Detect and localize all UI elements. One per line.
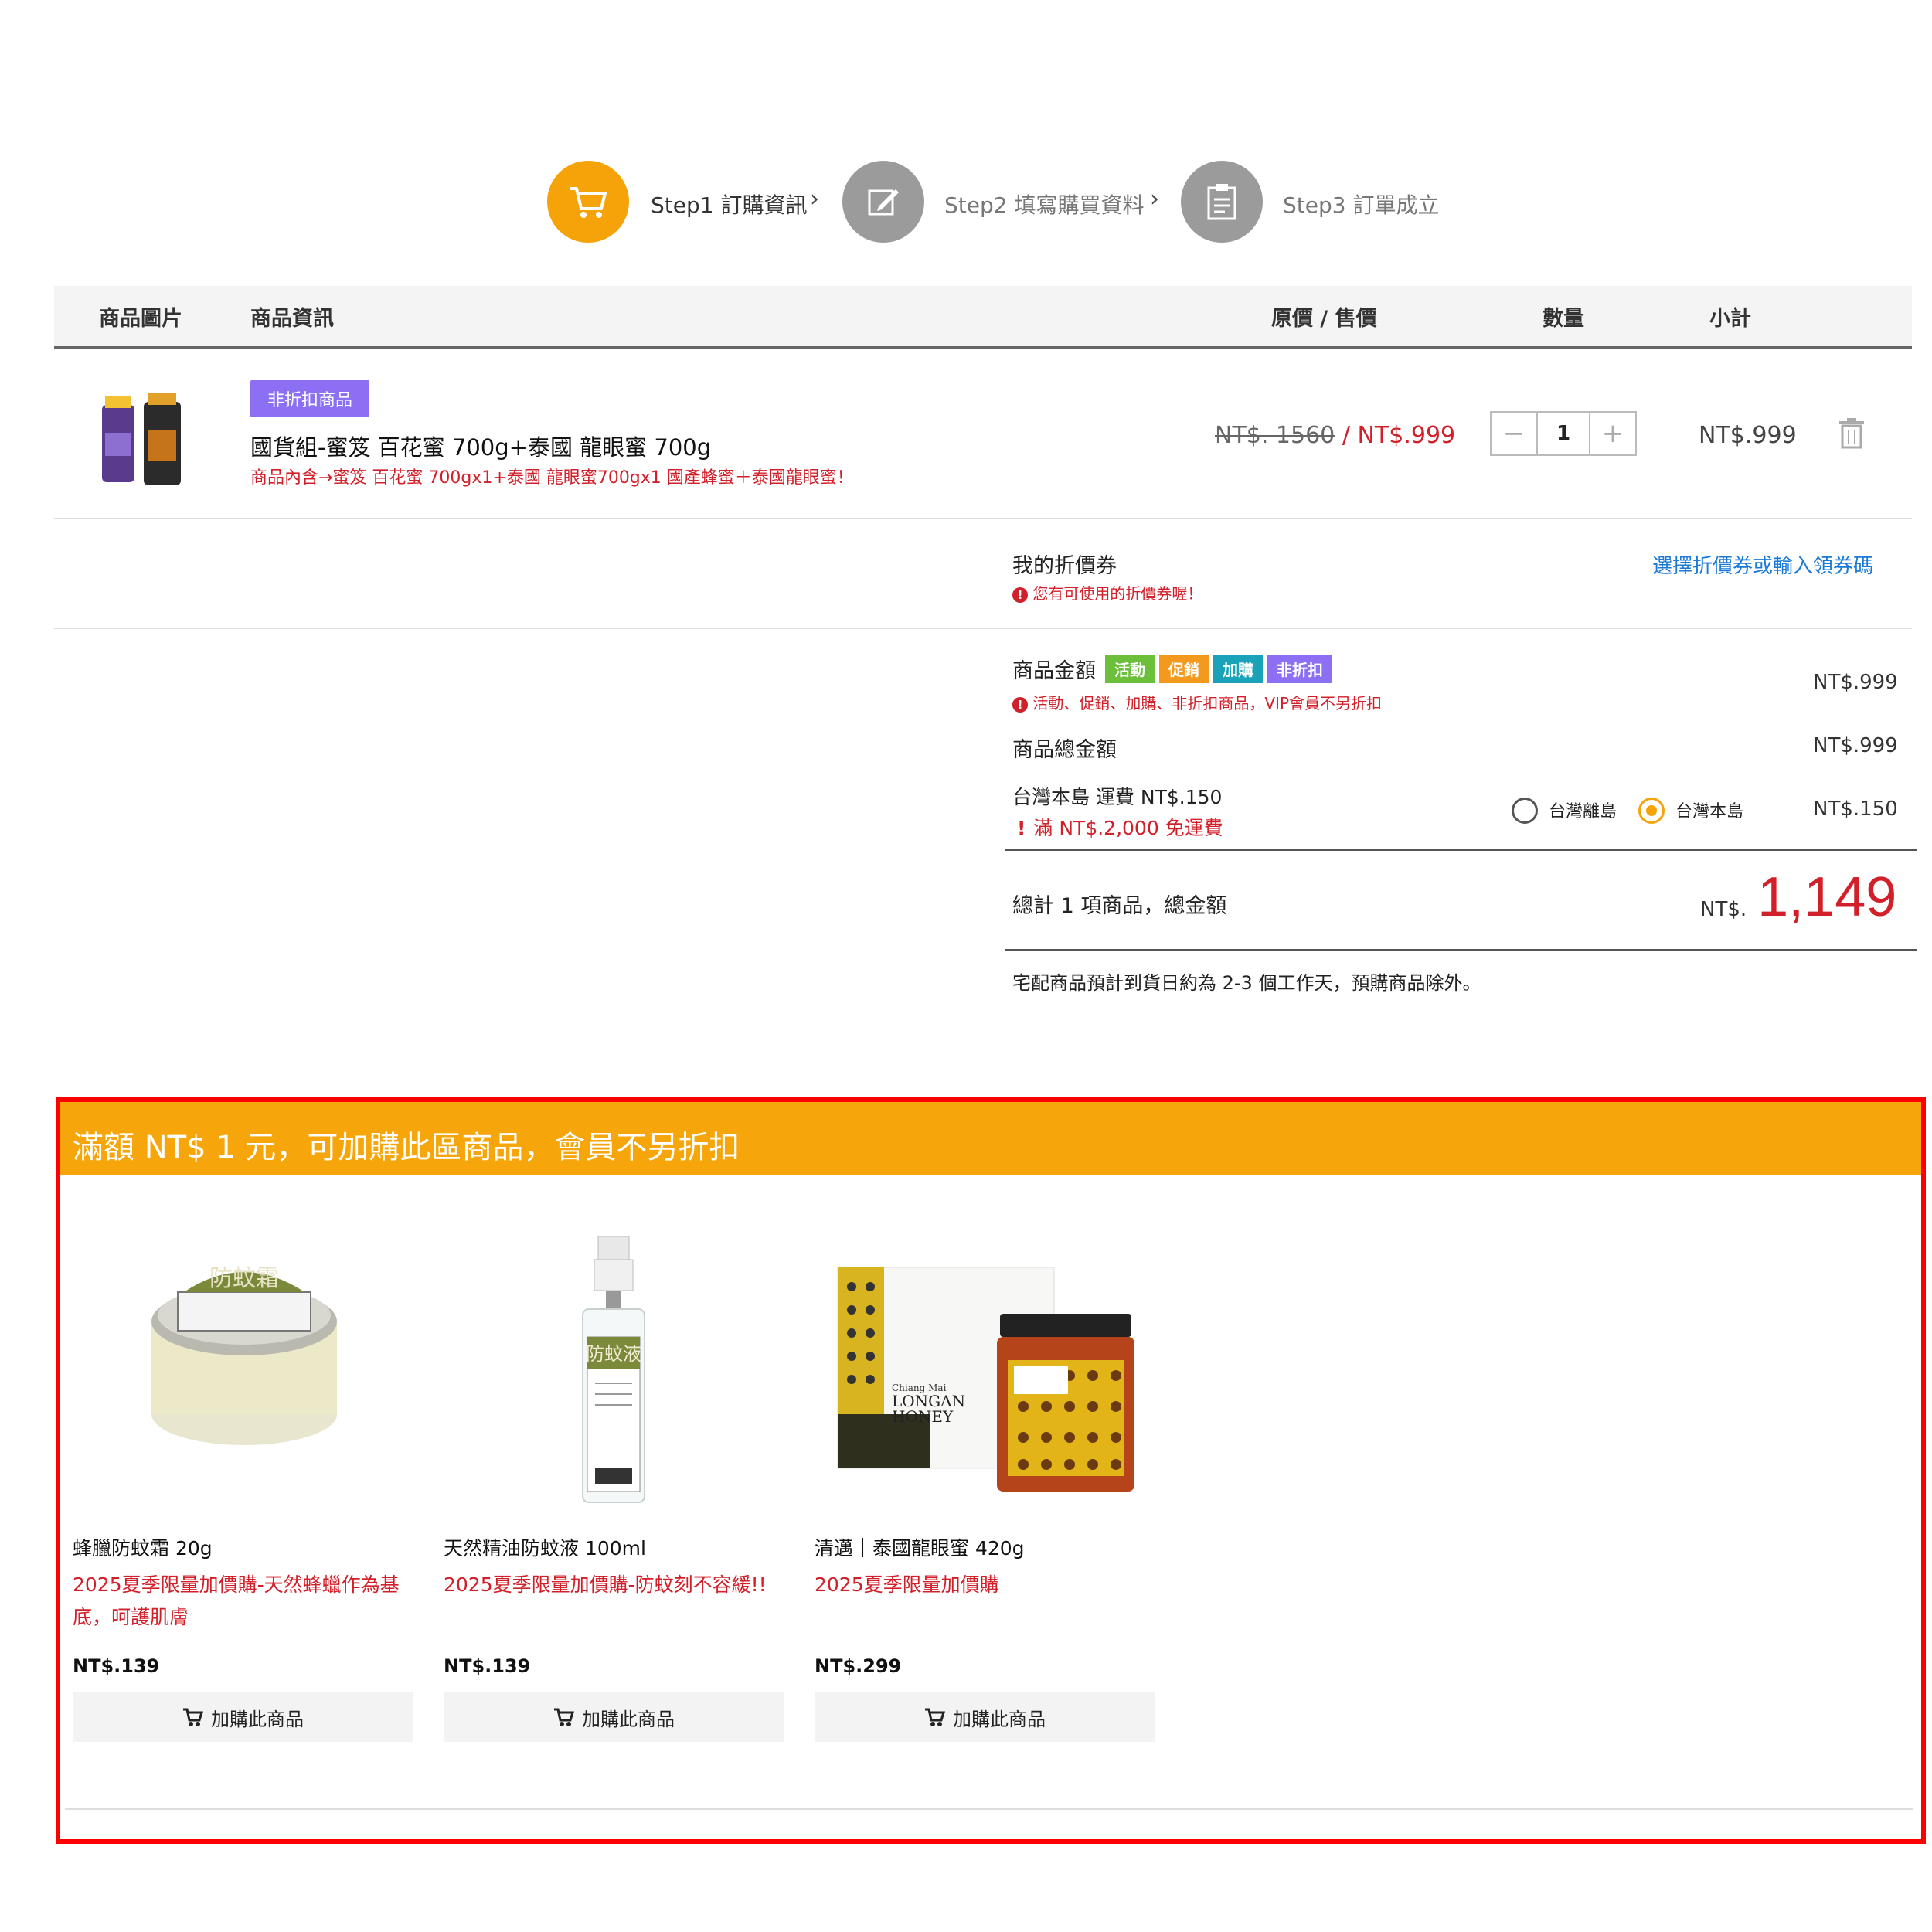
total-divider-bottom (1005, 949, 1917, 951)
step-arrow: › (810, 185, 819, 213)
header-image: 商品圖片 (99, 307, 182, 331)
addon-item-3-image[interactable]: Chiang Mai LONGAN HONEY (815, 1252, 1155, 1515)
goods-total: NT$.999 (1813, 734, 1898, 757)
step3-label: Step3 訂單成立 (1283, 192, 1440, 218)
original-price: NT$. 1560 (1215, 422, 1335, 449)
addon-item-1-price: NT$.139 (73, 1655, 160, 1677)
cart-icon (925, 1708, 945, 1726)
step1-label: Step1 訂購資訊 (651, 192, 808, 218)
radio-outlying-islands[interactable] (1512, 798, 1538, 824)
header-price: 原價 / 售價 (1271, 307, 1377, 331)
cart-icon (183, 1708, 203, 1726)
step1-circle (547, 161, 629, 243)
add-button-label: 加購此商品 (582, 1708, 675, 1730)
radio-main-island-label: 台灣本島 (1675, 802, 1744, 821)
tag-addon: 加購 (1213, 655, 1263, 683)
header-qty: 數量 (1543, 307, 1584, 331)
addon-bottom-divider (65, 1808, 1913, 1810)
coupon-notice: ! 您有可使用的折價券喔！ (1012, 581, 1202, 604)
tag-activity: 活動 (1105, 655, 1155, 683)
cart-icon (554, 1708, 574, 1726)
product-thumbnail[interactable] (93, 386, 193, 495)
tag-non-discount: 非折扣 (1267, 655, 1332, 683)
free-shipping-note: ! 滿 NT$.2,000 免運費 (1017, 813, 1223, 841)
coupon-notice-text: 您有可使用的折價券喔！ (1032, 584, 1203, 603)
shipping-amount: NT$.150 (1813, 798, 1898, 821)
clipboard-icon (1207, 184, 1236, 220)
shipping-label: 台灣本島 運費 NT$.150 (1012, 786, 1223, 808)
goods-note: ! 活動、促銷、加購、非折扣商品，VIP會員不另折扣 (1012, 691, 1382, 713)
price-cell: NT$. 1560 / NT$.999 (1215, 422, 1455, 449)
addon-item-3-price: NT$.299 (815, 1655, 902, 1677)
addon-item-1-name[interactable]: 蜂臘防蚊霜 20g (73, 1533, 213, 1561)
add-button-label: 加購此商品 (953, 1708, 1046, 1730)
row-divider (54, 518, 1912, 519)
addon-item-2-image[interactable]: 防蚊液 (444, 1236, 784, 1515)
radio-outlying-islands-label: 台灣離島 (1549, 802, 1617, 821)
addon-item-1-promo: 2025夏季限量加價購-天然蜂蠟作為基底，呵護肌膚 (73, 1573, 400, 1628)
addon-item-2-price: NT$.139 (444, 1655, 531, 1677)
price-separator: / (1335, 422, 1358, 449)
step2-circle (842, 161, 924, 243)
goods-amount-label: 商品金額 (1012, 659, 1096, 683)
sale-price: NT$.999 (1357, 422, 1456, 449)
edit-icon (868, 189, 899, 216)
addon-item-2-add-button[interactable]: 加購此商品 (444, 1692, 784, 1742)
grand-total: NT$. 1,149 (1700, 866, 1896, 929)
tag-promo: 促銷 (1159, 655, 1209, 683)
addon-item-2-promo: 2025夏季限量加價購-防蚊刻不容緩!! (444, 1573, 767, 1596)
total-amount: 1,149 (1757, 866, 1897, 928)
addon-item-1-image[interactable]: 防蚊霜 (76, 1206, 416, 1499)
coupon-divider (54, 628, 1912, 629)
goods-amount-row: 商品金額 活動 促銷 加購 非折扣 (1012, 654, 1337, 684)
goods-note-text: 活動、促銷、加購、非折扣商品，VIP會員不另折扣 (1032, 694, 1382, 713)
honey-box-text-3: HONEY (892, 1407, 954, 1426)
total-currency: NT$. (1700, 898, 1747, 921)
header-subtotal: 小計 (1709, 307, 1751, 331)
cart-icon (570, 187, 607, 218)
header-info: 商品資訊 (250, 307, 334, 331)
step3-circle (1181, 161, 1263, 243)
addon-item-2-name[interactable]: 天然精油防蚊液 100ml (444, 1533, 646, 1561)
quantity-input[interactable]: 1 (1536, 413, 1590, 454)
total-divider-top (1005, 849, 1917, 851)
quantity-stepper: − 1 + (1490, 411, 1637, 456)
goods-total-label: 商品總金額 (1012, 738, 1117, 762)
select-coupon-link[interactable]: 選擇折價券或輸入領券碼 (1652, 550, 1873, 579)
step-arrow: › (1150, 185, 1159, 213)
add-button-label: 加購此商品 (211, 1708, 304, 1730)
addon-item-3-name[interactable]: 清邁｜泰國龍眼蜜 420g (815, 1533, 1025, 1561)
step2-label: Step2 填寫購買資料 (944, 192, 1145, 218)
radio-main-island[interactable] (1638, 798, 1665, 824)
trash-icon[interactable] (1838, 417, 1866, 450)
free-shipping-text: 滿 NT$.2,000 免運費 (1033, 817, 1223, 839)
addon-title: 滿額 NT$ 1 元，可加購此區商品，會員不另折扣 (73, 1130, 740, 1165)
coupon-title: 我的折價券 (1012, 554, 1117, 578)
delivery-note: 宅配商品預計到貨日約為 2-3 個工作天，預購商品除外。 (1012, 972, 1481, 994)
qty-plus-button[interactable]: + (1590, 413, 1635, 454)
addon-item-3-add-button[interactable]: 加購此商品 (815, 1692, 1155, 1742)
balm-label: 防蚊霜 (209, 1265, 279, 1292)
non-discount-badge: 非折扣商品 (250, 380, 370, 417)
product-name[interactable]: 國貨組-蜜笈 百花蜜 700g+泰國 龍眼蜜 700g (250, 430, 711, 462)
spray-label: 防蚊液 (586, 1343, 641, 1365)
item-subtotal: NT$.999 (1699, 422, 1797, 449)
alert-icon: ! (1012, 587, 1028, 603)
total-label: 總計 1 項商品，總金額 (1012, 894, 1227, 918)
addon-item-1-add-button[interactable]: 加購此商品 (73, 1692, 413, 1742)
goods-amount: NT$.999 (1813, 671, 1898, 694)
addon-item-3-promo: 2025夏季限量加價購 (815, 1573, 999, 1596)
product-description: 商品內含→蜜笈 百花蜜 700gx1+泰國 龍眼蜜700gx1 國產蜂蜜＋泰國龍… (250, 468, 854, 488)
alert-icon: ! (1012, 697, 1028, 713)
qty-minus-button[interactable]: − (1492, 413, 1536, 454)
exclamation-icon: ! (1017, 817, 1026, 839)
